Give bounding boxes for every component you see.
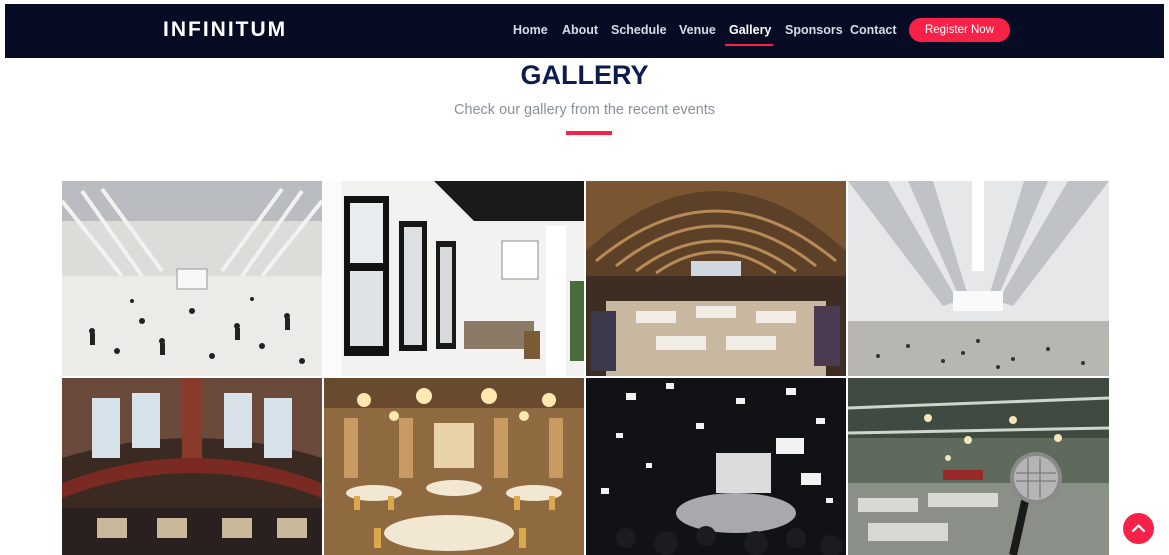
gallery-grid (62, 181, 1109, 555)
gallery-image-microphone[interactable] (848, 378, 1109, 555)
chevron-up-icon (1131, 524, 1146, 533)
nav-item-venue[interactable]: Venue (679, 23, 716, 37)
nav-item-home[interactable]: Home (513, 23, 548, 37)
nav-item-schedule[interactable]: Schedule (611, 23, 667, 37)
nav-item-contact[interactable]: Contact (850, 23, 897, 37)
gallery-image-market-hall[interactable] (586, 181, 846, 376)
register-now-button[interactable]: Register Now (909, 18, 1010, 42)
nav-item-gallery[interactable]: Gallery (729, 23, 771, 37)
nav-item-sponsors[interactable]: Sponsors (785, 23, 843, 37)
main-nav: Home About Schedule Venue Gallery Sponso… (5, 4, 1164, 58)
nav-item-about[interactable]: About (562, 23, 598, 37)
scroll-to-top-button[interactable] (1123, 513, 1154, 544)
gallery-image-oculus-hall[interactable] (62, 181, 322, 376)
active-nav-underline (725, 44, 773, 46)
title-underline (566, 131, 612, 135)
gallery-image-rotunda[interactable] (62, 378, 322, 555)
gallery-image-banquet-hall[interactable] (324, 378, 584, 555)
gallery-image-white-ribs[interactable] (848, 181, 1109, 376)
gallery-image-colonnade[interactable] (324, 181, 584, 376)
gallery-subtitle: Check our gallery from the recent events (453, 102, 716, 118)
gallery-image-concert[interactable] (586, 378, 846, 555)
navbar: INFINITUM Home About Schedule Venue Gall… (5, 4, 1164, 58)
gallery-title: GALLERY (520, 60, 649, 90)
